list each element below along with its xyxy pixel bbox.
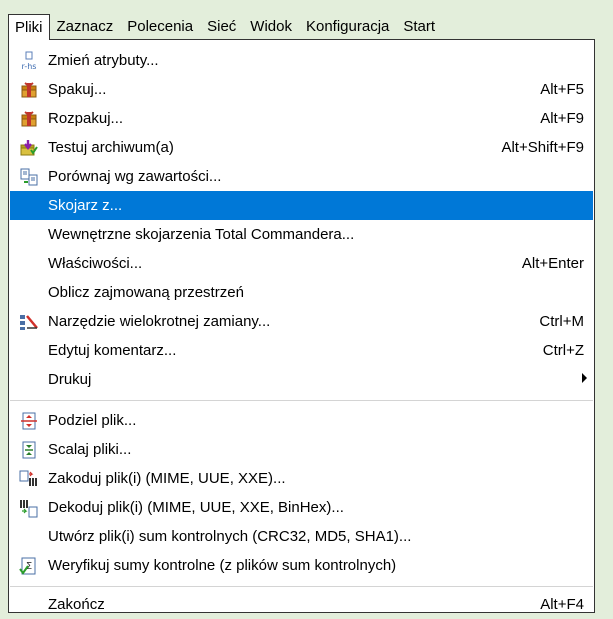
pack-icon xyxy=(19,80,39,100)
menu-item-label: Zakoduj plik(i) (MIME, UUE, XXE)... xyxy=(48,470,286,487)
svg-text:r-hs: r-hs xyxy=(22,62,37,71)
menu-item-label: Wewnętrzne skojarzenia Total Commandera.… xyxy=(48,226,355,243)
menu-item-create-checksums[interactable]: Utwórz plik(i) sum kontrolnych (CRC32, M… xyxy=(10,522,593,551)
multi-rename-icon xyxy=(19,312,39,332)
menu-item-label: Testuj archiwum(a) xyxy=(48,139,174,156)
menu-item-encode-files[interactable]: Zakoduj plik(i) (MIME, UUE, XXE)... xyxy=(10,464,593,493)
menu-item-label: Zmień atrybuty... xyxy=(48,52,159,69)
compare-icon xyxy=(19,167,39,187)
menu-item-internal-associations[interactable]: Wewnętrzne skojarzenia Total Commandera.… xyxy=(10,220,593,249)
menu-item-shortcut: Ctrl+Z xyxy=(542,342,584,359)
menu-item-label: Narzędzie wielokrotnej zamiany... xyxy=(48,313,271,330)
split-file-icon xyxy=(19,411,39,431)
menu-item-label: Porównaj wg zawartości... xyxy=(48,168,222,185)
menu-pliki[interactable]: Pliki xyxy=(8,14,50,40)
menu-item-print[interactable]: Drukuj xyxy=(10,365,593,394)
menu-siec[interactable]: Sieć xyxy=(200,14,243,40)
menu-item-label: Skojarz z... xyxy=(48,197,123,214)
menu-item-multi-rename[interactable]: Narzędzie wielokrotnej zamiany... Ctrl+M xyxy=(10,307,593,336)
menu-item-shortcut: Alt+Enter xyxy=(521,255,584,272)
attributes-icon: r-hs xyxy=(19,51,39,71)
menu-item-compare-by-content[interactable]: Porównaj wg zawartości... xyxy=(10,162,593,191)
menu-item-decode-files[interactable]: Dekoduj plik(i) (MIME, UUE, XXE, BinHex)… xyxy=(10,493,593,522)
menu-separator xyxy=(10,586,593,587)
menu-item-label: Rozpakuj... xyxy=(48,110,124,127)
submenu-arrow-icon xyxy=(582,373,587,383)
menu-item-properties[interactable]: Właściwości... Alt+Enter xyxy=(10,249,593,278)
menu-item-test-archive[interactable]: Testuj archiwum(a) Alt+Shift+F9 xyxy=(10,133,593,162)
menu-item-combine-files[interactable]: Scalaj pliki... xyxy=(10,435,593,464)
test-archive-icon xyxy=(19,138,39,158)
menu-konfiguracja[interactable]: Konfiguracja xyxy=(299,14,396,40)
menu-item-split-file[interactable]: Podziel plik... xyxy=(10,406,593,435)
menu-item-label: Utwórz plik(i) sum kontrolnych (CRC32, M… xyxy=(48,528,412,545)
menu-start[interactable]: Start xyxy=(396,14,442,40)
verify-checksum-icon: Σ xyxy=(19,556,39,576)
menu-item-shortcut: Alt+F5 xyxy=(540,81,584,98)
menu-item-label: Spakuj... xyxy=(48,81,107,98)
menu-item-label: Dekoduj plik(i) (MIME, UUE, XXE, BinHex)… xyxy=(48,499,344,516)
menu-item-label: Właściwości... xyxy=(48,255,143,272)
menu-item-label: Edytuj komentarz... xyxy=(48,342,177,359)
unpack-icon xyxy=(19,109,39,129)
menu-item-verify-checksums[interactable]: Σ Weryfikuj sumy kontrolne (z plików sum… xyxy=(10,551,593,580)
menu-item-label: Weryfikuj sumy kontrolne (z plików sum k… xyxy=(48,557,397,574)
menu-item-label: Podziel plik... xyxy=(48,412,137,429)
menu-item-change-attributes[interactable]: r-hs Zmień atrybuty... xyxy=(10,46,593,75)
menu-separator xyxy=(10,400,593,401)
menu-item-unpack[interactable]: Rozpakuj... Alt+F9 xyxy=(10,104,593,133)
menu-item-shortcut: Alt+F9 xyxy=(540,110,584,127)
menu-item-label: Drukuj xyxy=(48,371,92,388)
menu-zaznacz[interactable]: Zaznacz xyxy=(50,14,121,40)
menu-item-label: Oblicz zajmowaną przestrzeń xyxy=(48,284,244,301)
menu-widok[interactable]: Widok xyxy=(243,14,299,40)
menu-item-shortcut: Alt+Shift+F9 xyxy=(501,139,584,156)
menu-item-edit-comment[interactable]: Edytuj komentarz... Ctrl+Z xyxy=(10,336,593,365)
menu-item-associate-with[interactable]: Skojarz z... xyxy=(10,191,593,220)
menu-item-calculate-space[interactable]: Oblicz zajmowaną przestrzeń xyxy=(10,278,593,307)
pliki-dropdown-menu: r-hs Zmień atrybuty... Spakuj... Alt+F5 xyxy=(8,39,595,613)
decode-icon xyxy=(19,498,39,518)
menu-item-shortcut: Alt+F4 xyxy=(540,596,584,613)
menu-item-exit[interactable]: Zakończ Alt+F4 xyxy=(10,590,593,619)
combine-files-icon xyxy=(19,440,39,460)
menu-bar: Pliki Zaznacz Polecenia Sieć Widok Konfi… xyxy=(8,14,605,40)
menu-item-shortcut: Ctrl+M xyxy=(539,313,584,330)
menu-item-label: Zakończ xyxy=(48,596,105,613)
menu-item-pack[interactable]: Spakuj... Alt+F5 xyxy=(10,75,593,104)
menu-item-label: Scalaj pliki... xyxy=(48,441,132,458)
menu-polecenia[interactable]: Polecenia xyxy=(120,14,200,40)
encode-icon xyxy=(19,469,39,489)
